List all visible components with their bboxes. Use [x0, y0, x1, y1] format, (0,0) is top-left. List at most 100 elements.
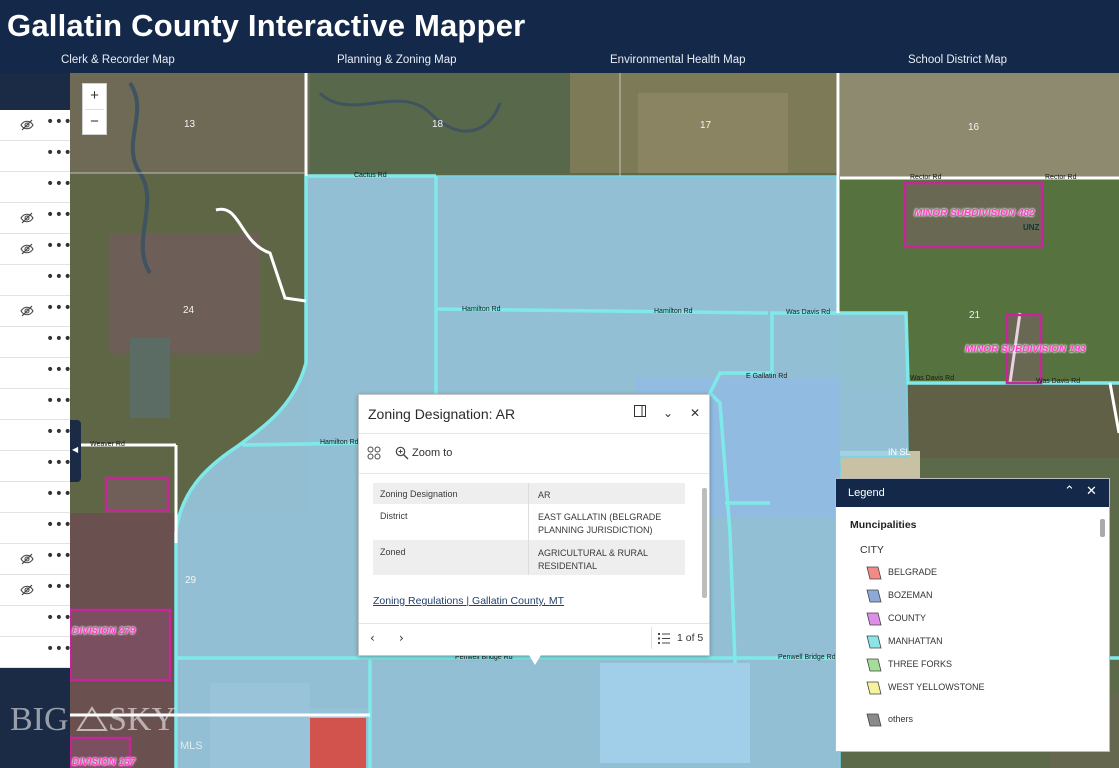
previous-feature-button[interactable]: ‹	[370, 631, 375, 645]
road-label: Rector Rd	[910, 174, 942, 181]
legend-swatch	[866, 566, 882, 580]
layer-options-menu-icon[interactable]: •••	[46, 270, 72, 284]
attribute-value: AGRICULTURAL & RURAL RESIDENTIAL	[538, 548, 648, 571]
road-label: Penwell Bridge Rd	[778, 654, 836, 661]
popup-scrollbar[interactable]	[702, 483, 707, 613]
visibility-off-icon[interactable]	[20, 553, 34, 565]
popup-divider	[359, 433, 709, 434]
road-label: Hamilton Rd	[462, 306, 501, 313]
close-popup-button[interactable]: ✕	[687, 405, 703, 421]
visibility-off-icon[interactable]	[20, 119, 34, 131]
road-label: Was Davis Rd	[786, 309, 831, 316]
visibility-off-icon[interactable]	[20, 305, 34, 317]
collapse-panel-button[interactable]: ◀	[70, 420, 81, 482]
tab-environmental-health-map[interactable]: Environmental Health Map	[610, 54, 746, 66]
tab-school-district-map[interactable]: School District Map	[908, 54, 1007, 66]
road-label: Weaver Rd	[90, 441, 125, 448]
section-number: 13	[184, 119, 196, 130]
tab-planning-zoning-map[interactable]: Planning & Zoning Map	[337, 54, 457, 66]
layer-row[interactable]: •••	[0, 389, 72, 420]
legend-item-label: others	[888, 714, 914, 724]
section-number: 29	[185, 575, 197, 586]
layer-options-menu-icon[interactable]: •••	[46, 487, 72, 501]
layer-row[interactable]: •••	[0, 172, 72, 203]
visibility-off-icon[interactable]	[20, 243, 34, 255]
layer-options-menu-icon[interactable]: •••	[46, 394, 72, 408]
layer-row[interactable]: •••	[0, 203, 72, 234]
legend-item: MANHATTAN	[866, 633, 1066, 651]
layer-row[interactable]: •••	[0, 637, 72, 668]
legend-item-label: BELGRADE	[888, 567, 938, 577]
layer-row[interactable]: •••	[0, 141, 72, 172]
layer-row[interactable]: •••	[0, 606, 72, 637]
layer-row[interactable]: •••	[0, 451, 72, 482]
layer-options-menu-icon[interactable]: •••	[46, 363, 72, 377]
zoom-in-button[interactable]: +	[83, 84, 106, 109]
layer-row[interactable]: •••	[0, 110, 72, 141]
scrollbar-thumb[interactable]	[702, 488, 707, 598]
layer-options-menu-icon[interactable]: •••	[46, 301, 72, 315]
layer-options-menu-icon[interactable]: •••	[46, 332, 72, 346]
layer-options-menu-icon[interactable]: •••	[46, 146, 72, 160]
legend-item: others	[866, 711, 1066, 729]
layer-row[interactable]: •••	[0, 296, 72, 327]
legend-item-label: COUNTY	[888, 613, 926, 623]
layer-options-menu-icon[interactable]: •••	[46, 239, 72, 253]
layer-row[interactable]: •••	[0, 358, 72, 389]
layer-options-menu-icon[interactable]: •••	[46, 518, 72, 532]
layer-options-menu-icon[interactable]: •••	[46, 611, 72, 625]
zoning-regulations-link[interactable]: Zoning Regulations | Gallatin County, MT	[373, 595, 564, 607]
actions-menu-icon[interactable]	[367, 446, 381, 460]
road-label: Was Davis Rd	[1036, 378, 1081, 385]
layer-options-menu-icon[interactable]: •••	[46, 177, 72, 191]
section-number: 16	[968, 122, 980, 133]
layer-options-menu-icon[interactable]: •••	[46, 425, 72, 439]
zoom-out-button[interactable]: −	[83, 110, 106, 135]
attribute-value: AR	[538, 490, 551, 500]
layer-row[interactable]: •••	[0, 482, 72, 513]
attribute-value: EAST GALLATIN (BELGRADE PLANNING JURISDI…	[538, 512, 662, 535]
section-number: 18	[432, 119, 444, 130]
layer-options-menu-icon[interactable]: •••	[46, 456, 72, 470]
big-sky-mls-watermark-logo: BIG SKY MLS	[10, 701, 203, 752]
layer-row[interactable]: •••	[0, 575, 72, 606]
table-row: District EAST GALLATIN (BELGRADE PLANNIN…	[373, 504, 685, 540]
visibility-off-icon[interactable]	[20, 584, 34, 596]
layer-row[interactable]: •••	[0, 544, 72, 575]
layer-row[interactable]: •••	[0, 265, 72, 296]
subdivision-label: DIVISION 279	[72, 626, 136, 637]
layer-row[interactable]: •••	[0, 327, 72, 358]
subdivision-label: MINOR SUBDIVISION 193	[965, 344, 1086, 355]
legend-header: Legend ⌃ ✕	[836, 479, 1109, 507]
feature-count: 1 of 5	[677, 632, 704, 644]
dock-icon	[634, 405, 646, 417]
attribute-table: Zoning Designation AR District EAST GALL…	[373, 483, 685, 575]
layer-options-menu-icon[interactable]: •••	[46, 115, 72, 129]
app-title: Gallatin County Interactive Mapper	[7, 8, 526, 43]
scrollbar-thumb[interactable]	[1100, 519, 1105, 537]
road-label: Hamilton Rd	[654, 308, 693, 315]
attribute-key: Zoned	[380, 547, 406, 557]
feature-list-icon[interactable]	[658, 633, 670, 644]
layer-options-menu-icon[interactable]: •••	[46, 549, 72, 563]
layer-row[interactable]: •••	[0, 420, 72, 451]
layer-row[interactable]: •••	[0, 513, 72, 544]
zoom-to-button[interactable]: Zoom to	[412, 447, 452, 459]
dock-button[interactable]	[632, 405, 648, 421]
layer-options-menu-icon[interactable]: •••	[46, 580, 72, 594]
collapse-popup-button[interactable]: ⌄	[660, 405, 676, 421]
visibility-off-icon[interactable]	[20, 212, 34, 224]
popup-divider	[359, 623, 709, 624]
legend-layer-title: Muncipalities	[850, 519, 917, 531]
zoom-to-icon[interactable]	[395, 446, 409, 460]
layer-options-menu-icon[interactable]: •••	[46, 208, 72, 222]
layer-row[interactable]: •••	[0, 234, 72, 265]
tab-clerk-recorder-map[interactable]: Clerk & Recorder Map	[61, 54, 175, 66]
legend-close-button[interactable]: ✕	[1086, 484, 1097, 499]
layer-options-menu-icon[interactable]: •••	[46, 642, 72, 656]
legend-collapse-button[interactable]: ⌃	[1064, 484, 1075, 499]
next-feature-button[interactable]: ›	[399, 631, 404, 645]
attribute-key: District	[380, 511, 408, 521]
legend-scrollbar[interactable]	[1100, 515, 1105, 745]
table-row: Zoned AGRICULTURAL & RURAL RESIDENTIAL	[373, 540, 685, 575]
